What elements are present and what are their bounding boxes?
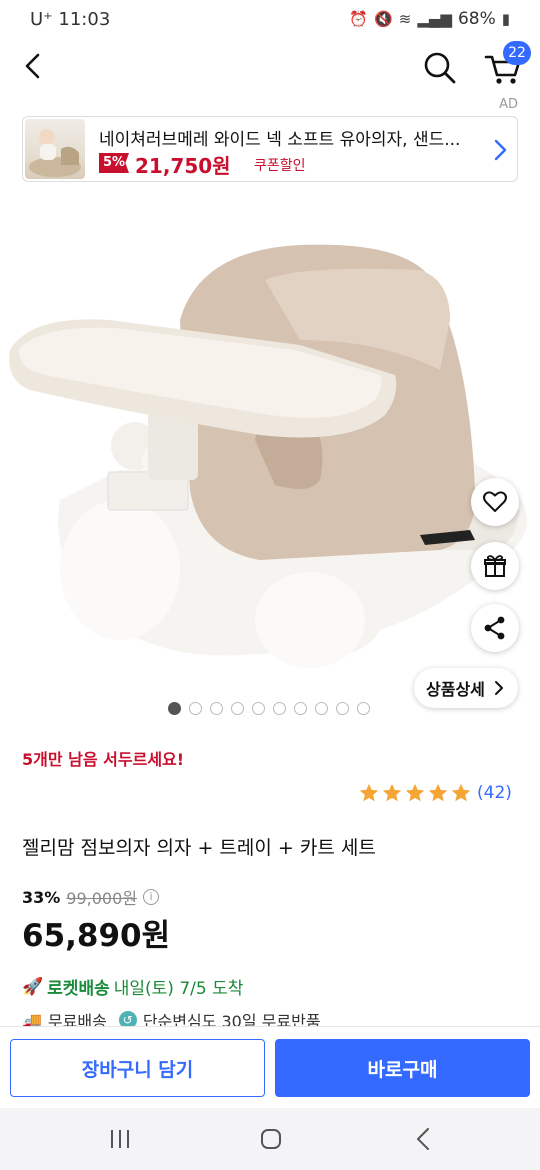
home-button[interactable] (251, 1124, 291, 1154)
status-bar: U⁺ 11:03 ⏰ 🔇 ≋ ▂▄▆ 68% ▮ (0, 0, 540, 40)
info-icon[interactable]: i (143, 889, 160, 905)
product-detail-button[interactable]: 상품상세 (414, 668, 518, 708)
ad-price: 21,750원 (135, 154, 231, 178)
pagination-dot[interactable] (252, 702, 265, 715)
pagination-dot[interactable] (315, 702, 328, 715)
original-price: 99,000원 (66, 889, 138, 908)
discount-row: 33% 99,000원 i (22, 885, 160, 909)
bottom-action-bar: 장바구니 담기 바로구매 (0, 1026, 540, 1108)
discount-rate: 33% (22, 887, 61, 907)
status-icons: ⏰ 🔇 ≋ ▂▄▆ 68% ▮ (349, 9, 510, 29)
image-pagination (168, 702, 370, 715)
battery-icon: ▮ (501, 10, 510, 28)
rocket-delivery-label: 로켓배송 (47, 979, 110, 999)
back-button[interactable] (18, 50, 50, 82)
star-icon (428, 783, 448, 802)
pagination-dot[interactable] (336, 702, 349, 715)
pagination-dot[interactable] (231, 702, 244, 715)
chevron-right-icon (494, 681, 503, 695)
share-button[interactable] (471, 604, 519, 652)
star-icon (382, 783, 402, 802)
recent-apps-button[interactable] (100, 1124, 140, 1154)
nav-back-button[interactable] (404, 1124, 444, 1154)
pagination-dot[interactable] (294, 702, 307, 715)
gift-button[interactable] (471, 542, 519, 590)
signal-icon: ▂▄▆ (417, 10, 452, 28)
pagination-dot[interactable] (168, 702, 181, 715)
heart-icon (483, 491, 507, 512)
product-rating[interactable]: (42) (358, 782, 512, 804)
rocket-icon: 🚀 (22, 976, 44, 997)
ad-banner[interactable]: 네이쳐러브메레 와이드 넥 소프트 유아의자, 샌드... 5% 21,750원… (22, 116, 518, 182)
add-to-cart-button[interactable]: 장바구니 담기 (10, 1039, 265, 1097)
delivery-date: 내일(토) 7/5 도착 (113, 979, 244, 999)
product-title: 젤리맘 점보의자 의자 + 트레이 + 카트 세트 (22, 837, 376, 859)
rating-stars (358, 782, 473, 804)
search-button[interactable] (420, 48, 460, 88)
mute-icon: 🔇 (374, 10, 393, 28)
buy-now-button[interactable]: 바로구매 (275, 1039, 530, 1097)
gift-icon (484, 555, 506, 577)
stock-urgency-text: 5개만 남음 서두르세요! (22, 750, 185, 769)
system-nav-bar (0, 1108, 540, 1170)
delivery-info: 🚀 로켓배송 내일(토) 7/5 도착 (22, 974, 244, 1000)
alarm-icon: ⏰ (349, 10, 369, 28)
cart-count-badge: 22 (503, 41, 531, 65)
chevron-left-icon (25, 53, 40, 79)
ad-thumbnail (25, 119, 85, 179)
share-icon (484, 616, 505, 640)
sale-price: 65,890원 (22, 918, 171, 954)
product-image[interactable] (0, 190, 540, 700)
pagination-dot[interactable] (273, 702, 286, 715)
ad-title: 네이쳐러브메레 와이드 넥 소프트 유아의자, 샌드... (99, 130, 461, 150)
pagination-dot[interactable] (210, 702, 223, 715)
star-icon (451, 783, 471, 802)
recent-apps-icon (111, 1130, 129, 1148)
star-icon (405, 783, 425, 802)
star-icon (359, 783, 379, 802)
pagination-dot[interactable] (189, 702, 202, 715)
ad-coupon-label: 쿠폰할인 (254, 158, 306, 174)
pagination-dot[interactable] (357, 702, 370, 715)
review-count[interactable]: (42) (477, 783, 512, 803)
top-header (0, 40, 540, 96)
ad-label: AD (499, 97, 518, 112)
battery-percent: 68% (457, 9, 496, 29)
status-carrier-time: U⁺ 11:03 (30, 9, 111, 30)
back-arrow-icon (417, 1128, 429, 1150)
search-icon (424, 52, 456, 84)
home-icon (261, 1129, 281, 1149)
chevron-right-icon (494, 139, 507, 161)
wishlist-button[interactable] (471, 478, 519, 526)
product-detail-label: 상품상세 (426, 680, 485, 699)
ad-discount-badge: 5% (99, 153, 129, 173)
wifi-icon: ≋ (398, 10, 412, 28)
